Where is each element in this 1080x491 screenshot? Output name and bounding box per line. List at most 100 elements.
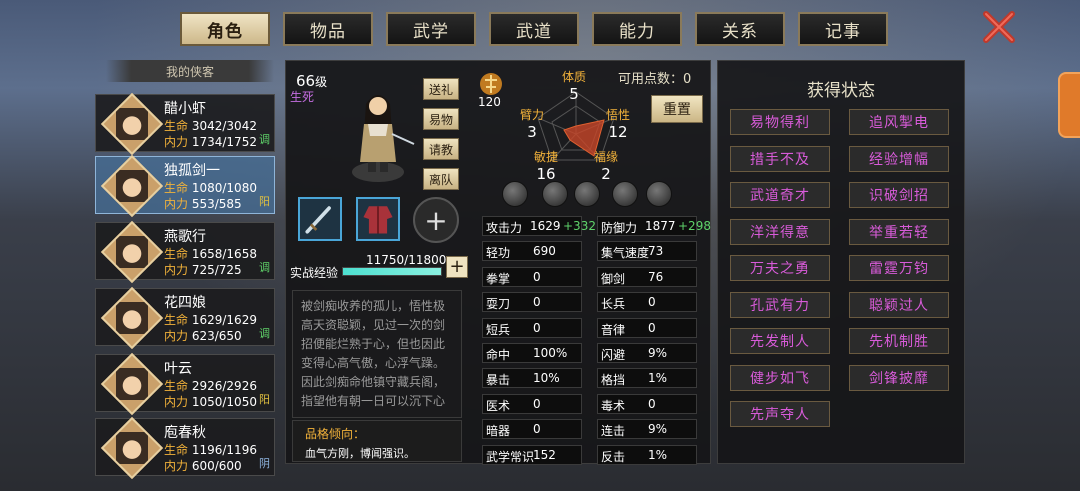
status-badge[interactable]: 识破剑招	[849, 182, 949, 208]
character-name: 独孤剑一	[164, 163, 220, 179]
side-drawer-handle[interactable]	[1058, 72, 1080, 138]
personality-box: 品格倾向： 血气方刚，博闻强识。	[292, 420, 462, 462]
skill-slot-3[interactable]	[574, 181, 600, 207]
character-name: 叶云	[164, 361, 192, 377]
avatar	[100, 352, 164, 416]
status-badge[interactable]: 武道奇才	[730, 182, 830, 208]
exp-value: 11750/11800	[366, 253, 447, 267]
stat-cell: 连击 9%	[597, 419, 697, 440]
roster-card[interactable]: 燕歌行 生命 1658/1658 内力 725/725 调	[95, 220, 275, 284]
tab-relations[interactable]: 关系	[695, 12, 785, 46]
skill-slot-4[interactable]	[612, 181, 638, 207]
robe-icon	[363, 206, 393, 234]
mp-row: 内力 623/650	[164, 329, 242, 343]
status-badge[interactable]: 雷霆万钧	[849, 255, 949, 281]
mp-row: 内力 600/600	[164, 459, 242, 473]
status-badge[interactable]: 先机制胜	[849, 328, 949, 354]
status-badge[interactable]: 措手不及	[730, 145, 830, 172]
armor-slot[interactable]	[356, 197, 400, 241]
stat-cell: 闪避 9%	[597, 343, 697, 363]
skill-slot-5[interactable]	[646, 181, 672, 207]
status-badge[interactable]: 举重若轻	[849, 218, 949, 245]
status-badge[interactable]: 追风掣电	[849, 109, 949, 135]
mp-row: 内力 1050/1050	[164, 395, 257, 409]
reset-button[interactable]: 重置	[651, 95, 703, 123]
stat-cell: 武学常识 152	[482, 444, 582, 465]
status-badge[interactable]: 先发制人	[730, 328, 830, 354]
roster-card[interactable]: 醋小虾 生命 3042/3042 内力 1734/1752 调	[95, 92, 275, 156]
character-status: 生死	[290, 90, 315, 104]
stat-cell: 暴击 10%	[482, 368, 582, 389]
character-bio: 被剑痴收养的孤儿，悟性极高天资聪颖，见过一次的剑招便能烂熟于心，但也因此变得心高…	[292, 290, 462, 418]
close-icon[interactable]	[982, 10, 1016, 44]
hp-row: 生命 1196/1196	[164, 443, 257, 457]
character-name: 庖春秋	[164, 425, 206, 441]
status-badge[interactable]: 洋洋得意	[730, 218, 830, 245]
add-exp-button[interactable]: +	[446, 256, 468, 278]
weapon-slot[interactable]	[298, 197, 342, 241]
character-tag: 调	[259, 261, 270, 274]
consult-button[interactable]: 请教	[423, 138, 459, 160]
avatar	[100, 220, 164, 284]
status-badge[interactable]: 健步如飞	[730, 364, 830, 391]
roster-card[interactable]: 独孤剑一 生命 1080/1080 内力 553/585 阳	[95, 154, 275, 218]
stat-cell: 耍刀 0	[482, 292, 582, 313]
character-tag: 阳	[259, 195, 270, 208]
stat-bonus: +298	[678, 219, 711, 233]
stat-cell: 防御力 1877 +298	[597, 216, 711, 236]
exp-bar	[342, 267, 442, 276]
stat-cell: 反击 1%	[597, 444, 697, 465]
character-tag: 调	[259, 133, 270, 146]
status-badge[interactable]: 万夫之勇	[730, 255, 830, 281]
tab-items[interactable]: 物品	[283, 12, 373, 46]
gift-button[interactable]: 送礼	[423, 78, 459, 100]
stat-cell: 格挡 1%	[597, 368, 697, 389]
stat-cell: 暗器 0	[482, 419, 582, 440]
mp-row: 内力 553/585	[164, 197, 242, 211]
attr-strength: 臂力 3	[520, 108, 545, 141]
stat-cell: 轻功 690	[482, 241, 582, 262]
status-badge[interactable]: 易物得利	[730, 109, 830, 135]
add-equipment-slot[interactable]: +	[413, 197, 459, 243]
attr-agility: 敏捷 16	[534, 150, 559, 183]
character-tag: 阳	[259, 393, 270, 406]
status-badge[interactable]: 剑锋披靡	[849, 364, 949, 391]
tab-journal[interactable]: 记事	[798, 12, 888, 46]
status-badge[interactable]: 先声夺人	[730, 401, 830, 427]
stat-cell: 音律 0	[597, 317, 697, 338]
status-panel-title: 获得状态	[807, 81, 875, 101]
status-badge[interactable]: 聪颖过人	[849, 291, 949, 318]
stat-cell: 集气速度 73	[597, 241, 697, 262]
stat-bonus: +332	[563, 219, 596, 233]
skill-slot-2[interactable]	[542, 181, 568, 207]
stat-cell: 短兵 0	[482, 317, 582, 338]
status-badge[interactable]: 经验增幅	[849, 145, 949, 172]
tab-martial-way[interactable]: 武道	[489, 12, 579, 46]
hp-row: 生命 3042/3042	[164, 119, 257, 133]
avatar	[100, 92, 164, 156]
tab-martial-arts[interactable]: 武学	[386, 12, 476, 46]
status-badge[interactable]: 孔武有力	[730, 291, 830, 318]
hp-row: 生命 1658/1658	[164, 247, 257, 261]
skill-slot-1[interactable]	[502, 181, 528, 207]
character-name: 燕歌行	[164, 229, 206, 245]
roster-card[interactable]: 庖春秋 生命 1196/1196 内力 600/600 阴	[95, 416, 275, 480]
stat-cell: 长兵 0	[597, 292, 697, 313]
exp-label: 实战经验	[290, 266, 339, 280]
trade-button[interactable]: 易物	[423, 108, 459, 130]
attr-fortune: 福缘 2	[594, 150, 619, 183]
attr-comprehension: 悟性 12	[606, 108, 631, 141]
roster-title: 我的侠客	[106, 60, 274, 82]
roster-card[interactable]: 花四娘 生命 1629/1629 内力 623/650 调	[95, 286, 275, 350]
potential-icon	[480, 73, 502, 95]
hp-row: 生命 1629/1629	[164, 313, 257, 327]
tab-abilities[interactable]: 能力	[592, 12, 682, 46]
leave-party-button[interactable]: 离队	[423, 168, 459, 190]
tab-character[interactable]: 角色	[180, 12, 270, 46]
personality-value: 血气方刚，博闻强识。	[305, 447, 415, 460]
stat-cell: 拳掌 0	[482, 266, 582, 287]
attr-constitution: 体质 5	[562, 70, 587, 103]
roster-card[interactable]: 叶云 生命 2926/2926 内力 1050/1050 阳	[95, 352, 275, 416]
stat-cell: 医术 0	[482, 393, 582, 414]
stat-cell: 攻击力 1629 +332	[482, 216, 596, 236]
